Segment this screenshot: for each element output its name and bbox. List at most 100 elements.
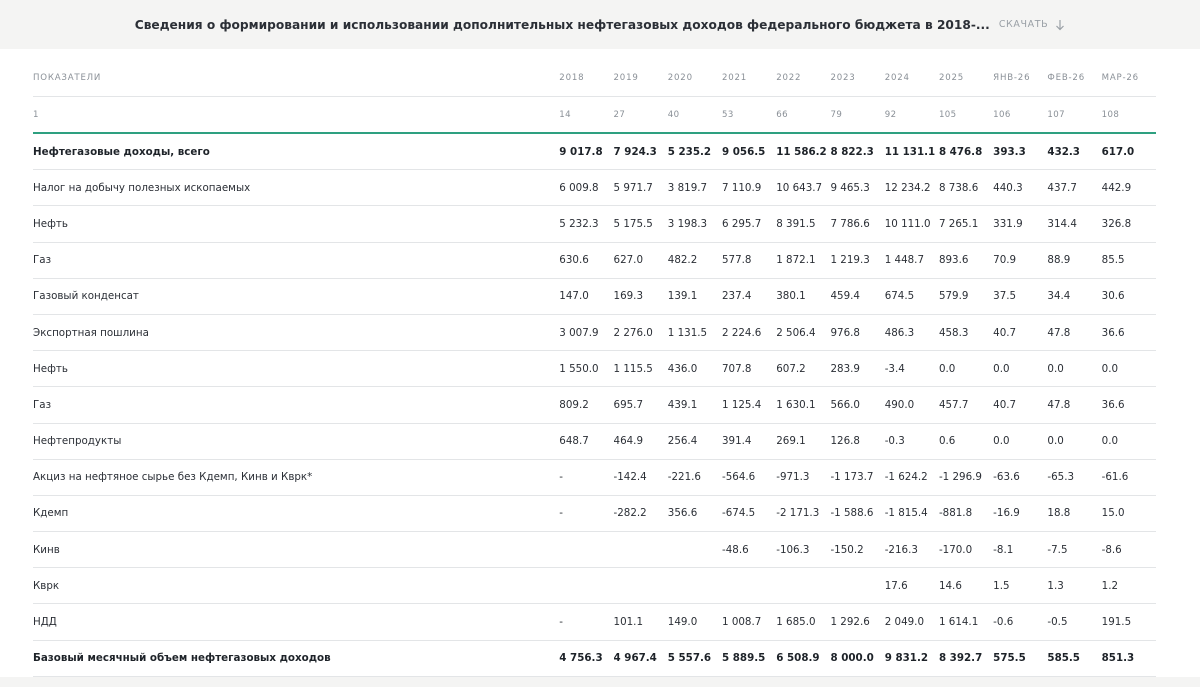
value-cell: 2 049.0 bbox=[884, 603, 939, 641]
value-cell: 2 506.4 bbox=[776, 314, 831, 352]
column-header: 2025 bbox=[938, 59, 994, 97]
index-cell: 27 bbox=[613, 96, 668, 134]
index-cell: 105 bbox=[938, 96, 994, 134]
table-row: Нефть 5 232.3 5 175.5 3 198.3 6 295.7 8 391.5… bbox=[33, 205, 1156, 243]
value-cell bbox=[667, 531, 722, 569]
value-cell: -674.5 bbox=[722, 495, 777, 533]
value-cell: 356.6 bbox=[667, 495, 722, 533]
value-cell: 459.4 bbox=[830, 278, 885, 315]
index-cell: 40 bbox=[667, 96, 722, 134]
value-cell: 707.8 bbox=[722, 350, 777, 388]
value-cell: 464.9 bbox=[613, 423, 668, 460]
table-row: Экспортная пошлина 3 007.9 2 276.0 1 131.5 2… bbox=[33, 314, 1156, 352]
value-cell: 331.9 bbox=[993, 205, 1048, 243]
value-cell: 393.3 bbox=[993, 133, 1048, 171]
value-cell: -170.0 bbox=[938, 531, 994, 569]
value-cell: 490.0 bbox=[884, 386, 939, 424]
column-header: ФЕВ-26 bbox=[1047, 59, 1102, 97]
value-cell: 440.3 bbox=[993, 169, 1048, 207]
value-cell: 809.2 bbox=[559, 386, 614, 424]
value-cell: -142.4 bbox=[613, 459, 668, 496]
column-header: 2021 bbox=[722, 59, 777, 97]
value-cell: 169.3 bbox=[613, 278, 668, 315]
value-cell: 7 786.6 bbox=[830, 205, 885, 243]
value-cell: 607.2 bbox=[776, 350, 831, 388]
value-cell: 237.4 bbox=[722, 278, 777, 315]
value-cell: 674.5 bbox=[884, 278, 939, 315]
column-header: 2019 bbox=[613, 59, 668, 97]
value-cell: 8 476.8 bbox=[938, 133, 994, 171]
value-cell: 8 822.3 bbox=[830, 133, 885, 171]
value-cell: 1 008.7 bbox=[722, 603, 777, 641]
value-cell: - bbox=[559, 459, 614, 496]
download-button[interactable]: СКАЧАТЬ bbox=[999, 19, 1065, 31]
value-cell: -7.5 bbox=[1047, 531, 1102, 569]
value-cell: -16.9 bbox=[993, 495, 1048, 533]
index-cell: 92 bbox=[884, 96, 939, 134]
column-header: 2024 bbox=[884, 59, 939, 97]
value-cell: 1 125.4 bbox=[722, 386, 777, 424]
column-header: ЯНВ-26 bbox=[993, 59, 1048, 97]
value-cell: 577.8 bbox=[722, 242, 777, 279]
row-label: Газовый конденсат bbox=[33, 278, 560, 315]
value-cell: 8 392.7 bbox=[938, 640, 994, 677]
row-label: Налог на добычу полезных ископаемых bbox=[33, 169, 560, 207]
value-cell: 439.1 bbox=[667, 386, 722, 424]
value-cell: -65.3 bbox=[1047, 459, 1102, 496]
table-row: Налог на добычу полезных ископаемых 6 009… bbox=[33, 169, 1156, 207]
value-cell: 34.4 bbox=[1047, 278, 1102, 315]
value-cell: 3 007.9 bbox=[559, 314, 614, 352]
value-cell: 1 292.6 bbox=[830, 603, 885, 641]
index-cell: 66 bbox=[776, 96, 831, 134]
value-cell: 579.9 bbox=[938, 278, 994, 315]
value-cell: 5 557.6 bbox=[667, 640, 722, 677]
row-label: Газ bbox=[33, 386, 560, 424]
value-cell: -106.3 bbox=[776, 531, 831, 569]
value-cell: 9 831.2 bbox=[884, 640, 939, 677]
table-row: Нефтегазовые доходы, всего 9 017.8 7 924.3… bbox=[33, 133, 1156, 171]
row-label: Нефть bbox=[33, 205, 560, 243]
value-cell: -2 171.3 bbox=[776, 495, 831, 533]
value-cell: 486.3 bbox=[884, 314, 939, 352]
index-cell: 79 bbox=[830, 96, 885, 134]
value-cell: -150.2 bbox=[830, 531, 885, 569]
value-cell: 9 017.8 bbox=[559, 133, 614, 171]
row-label: Кинв bbox=[33, 531, 560, 569]
value-cell: 1 219.3 bbox=[830, 242, 885, 279]
value-cell: 11 586.2 bbox=[776, 133, 831, 171]
value-cell: 1 131.5 bbox=[667, 314, 722, 352]
value-cell: 585.5 bbox=[1047, 640, 1102, 677]
value-cell: 8 738.6 bbox=[938, 169, 994, 207]
page-title: Сведения о формировании и использовании … bbox=[134, 17, 990, 32]
table-row: НДД -101.1 149.0 1 008.7 1 685.0 1 292.6 2 049… bbox=[33, 603, 1156, 641]
value-cell: 10 111.0 bbox=[884, 205, 939, 243]
value-cell: 380.1 bbox=[776, 278, 831, 315]
value-cell: 36.6 bbox=[1101, 386, 1156, 424]
value-cell: 617.0 bbox=[1101, 133, 1156, 171]
value-cell: 0.0 bbox=[1047, 350, 1102, 388]
value-cell: 976.8 bbox=[830, 314, 885, 352]
value-cell: -8.6 bbox=[1101, 531, 1156, 569]
value-cell: 851.3 bbox=[1101, 640, 1156, 677]
value-cell: 482.2 bbox=[667, 242, 722, 279]
value-cell: 326.8 bbox=[1101, 205, 1156, 243]
value-cell: -564.6 bbox=[722, 459, 777, 496]
value-cell: 0.0 bbox=[1101, 423, 1156, 460]
value-cell: -971.3 bbox=[776, 459, 831, 496]
row-label: Газ bbox=[33, 242, 560, 279]
value-cell: 893.6 bbox=[938, 242, 994, 279]
value-cell: 630.6 bbox=[559, 242, 614, 279]
value-cell: 12 234.2 bbox=[884, 169, 939, 207]
row-label: Акциз на нефтяное сырье без Кдемп, Кинв … bbox=[33, 459, 560, 496]
value-cell: 5 971.7 bbox=[613, 169, 668, 207]
page-footer-area bbox=[0, 677, 1200, 687]
row-label: НДД bbox=[33, 603, 560, 641]
value-cell: 4 967.4 bbox=[613, 640, 668, 677]
data-table: ПОКАЗАТЕЛИ 2018 2019 2020 2021 2022 2023 2024 2… bbox=[33, 59, 1156, 677]
column-header: 2018 bbox=[559, 59, 614, 97]
column-header: 2023 bbox=[830, 59, 885, 97]
value-cell: -1 815.4 bbox=[884, 495, 939, 533]
value-cell: -1 588.6 bbox=[830, 495, 885, 533]
table-row: Газ 630.6 627.0 482.2 577.8 1 872.1 1 219.3 1 4… bbox=[33, 242, 1156, 279]
value-cell: 6 508.9 bbox=[776, 640, 831, 677]
